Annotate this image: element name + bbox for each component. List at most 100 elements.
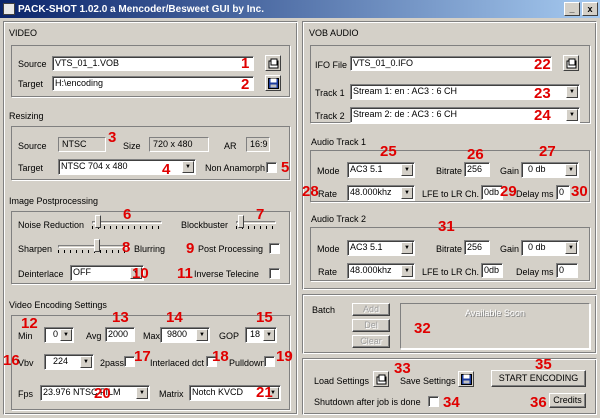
marker-22: 22 [534, 56, 551, 73]
gop-value: 18 [250, 329, 261, 339]
t2-delay-input[interactable]: 0 [556, 263, 578, 278]
marker-5: 5 [281, 159, 290, 176]
t1-bitrate-label: Bitrate [436, 166, 463, 176]
t1-rate-label: Rate [318, 189, 338, 199]
close-button[interactable]: x [582, 2, 598, 16]
marker-8: 8 [122, 239, 131, 256]
postprocessing-group-label: Image Postprocessing [9, 196, 99, 206]
t2-bitrate-label: Bitrate [436, 244, 463, 254]
marker-12: 12 [21, 315, 38, 332]
t1-mode-select[interactable]: AC3 5.1 ▼ [347, 162, 415, 178]
shutdown-label: Shutdown after job is done [314, 397, 421, 407]
t2-gain-value: 0 db [528, 242, 546, 252]
app-icon [3, 3, 15, 15]
avg-input[interactable]: 2000 [105, 327, 135, 342]
source-input[interactable]: VTS_01_1.VOB [52, 56, 254, 71]
batch-clear-button[interactable]: Clear [352, 335, 390, 348]
marker-17: 17 [134, 348, 151, 365]
minimize-button[interactable]: _ [564, 2, 580, 16]
folder-browse-icon [376, 374, 386, 384]
t2-rate-label: Rate [318, 267, 338, 277]
marker-10: 10 [132, 265, 149, 282]
t2-rate-select[interactable]: 48.000khz ▼ [347, 263, 415, 279]
t1-delay-input[interactable]: 0 [556, 185, 570, 200]
marker-25: 25 [380, 143, 397, 160]
track1-value: Stream 1: en : AC3 : 6 CH [353, 86, 458, 96]
title-bar: PACK-SHOT 1.02.0 a Mencoder/Besweet GUI … [0, 0, 600, 18]
start-encoding-button[interactable]: START ENCODING [491, 370, 586, 387]
save-settings-button[interactable] [458, 371, 474, 387]
marker-24: 24 [534, 107, 551, 124]
marker-2: 2 [241, 76, 250, 93]
matrix-value: Notch KVCD [192, 387, 244, 397]
t1-gain-select[interactable]: 0 db ▼ [521, 162, 579, 178]
resize-target-select[interactable]: NTSC 704 x 480 ▼ [58, 159, 196, 175]
target-save-button[interactable] [265, 75, 281, 91]
load-settings-button[interactable] [373, 371, 389, 387]
t2-rate-value: 48.000khz [350, 265, 392, 275]
marker-32: 32 [414, 320, 431, 337]
t1-bitrate-input[interactable]: 256 [464, 162, 490, 177]
track2-value: Stream 2: de : AC3 : 6 CH [353, 109, 458, 119]
window-title: PACK-SHOT 1.02.0 a Mencoder/Besweet GUI … [18, 3, 264, 15]
track2-label: Track 2 [315, 111, 345, 121]
marker-27: 27 [539, 143, 556, 160]
marker-21: 21 [256, 384, 273, 401]
shutdown-checkbox[interactable] [428, 396, 439, 407]
fps-label: Fps [18, 389, 34, 399]
min-select[interactable]: 0 ▼ [44, 327, 74, 343]
t2-bitrate-input[interactable]: 256 [464, 240, 490, 255]
marker-31: 31 [438, 218, 455, 235]
interlaced-dct-label: Interlaced dct [150, 358, 205, 368]
resize-source-label: Source [18, 141, 47, 151]
marker-13: 13 [112, 309, 129, 326]
marker-9: 9 [186, 240, 195, 257]
marker-3: 3 [108, 129, 117, 146]
t2-delay-label: Delay ms [516, 267, 554, 277]
post-processing-label: Post Processing [198, 244, 264, 254]
vbv-select[interactable]: 224 ▼ [44, 354, 94, 370]
slider-thumb[interactable] [94, 239, 100, 252]
sharpen-slider[interactable] [58, 239, 130, 253]
ifo-file-input[interactable]: VTS_01_0.IFO [350, 56, 552, 71]
max-label: Max [143, 331, 161, 341]
t1-rate-value: 48.000khz [350, 187, 392, 197]
ifo-browse-button[interactable] [563, 55, 579, 71]
audio-track1-group-label: Audio Track 1 [311, 137, 367, 147]
noise-reduction-label: Noise Reduction [18, 220, 85, 230]
floppy-disk-icon [460, 373, 472, 385]
post-processing-checkbox[interactable] [269, 243, 280, 254]
batch-del-button[interactable]: Del [352, 319, 390, 332]
pulldown-checkbox[interactable] [264, 356, 275, 367]
max-select[interactable]: 9800 ▼ [160, 327, 210, 343]
slider-thumb[interactable] [95, 215, 101, 228]
chevron-down-icon: ▼ [401, 187, 413, 199]
chevron-down-icon: ▼ [565, 242, 577, 254]
t2-lfe-input[interactable]: 0db [481, 263, 503, 278]
marker-36: 36 [530, 394, 547, 411]
marker-18: 18 [212, 348, 229, 365]
marker-34: 34 [443, 394, 460, 411]
source-browse-button[interactable] [265, 55, 281, 71]
target-input[interactable]: H:\encoding [52, 76, 254, 91]
inverse-telecine-checkbox[interactable] [269, 268, 280, 279]
encoding-group-label: Video Encoding Settings [9, 300, 107, 310]
ar-value: 16:9 [246, 137, 270, 152]
t1-rate-select[interactable]: 48.000khz ▼ [347, 185, 415, 201]
t2-gain-select[interactable]: 0 db ▼ [521, 240, 579, 256]
chevron-down-icon: ▼ [196, 329, 208, 341]
slider-thumb[interactable] [238, 215, 244, 228]
marker-7: 7 [256, 206, 265, 223]
avg-label: Avg [86, 331, 102, 341]
ifo-file-label: IFO File [315, 60, 348, 70]
chevron-down-icon: ▼ [566, 86, 578, 98]
batch-add-button[interactable]: Add [352, 303, 390, 316]
marker-26: 26 [467, 146, 484, 163]
marker-19: 19 [276, 348, 293, 365]
marker-6: 6 [123, 206, 132, 223]
non-anamorph-checkbox[interactable] [266, 162, 277, 173]
credits-button[interactable]: Credits [549, 393, 586, 408]
t2-mode-select[interactable]: AC3 5.1 ▼ [347, 240, 415, 256]
t1-delay-label: Delay ms [516, 189, 554, 199]
gop-select[interactable]: 18 ▼ [245, 327, 277, 343]
